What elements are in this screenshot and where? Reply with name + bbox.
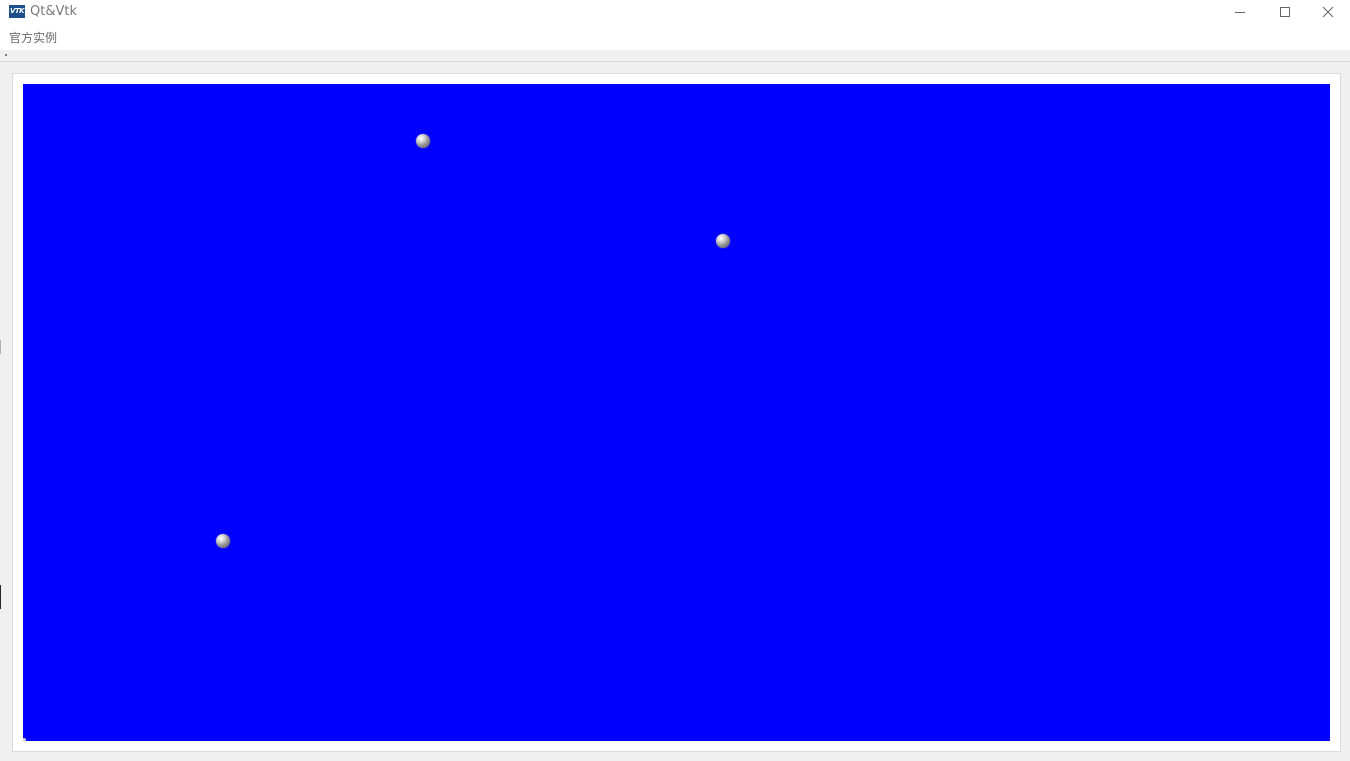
minimize-button[interactable] xyxy=(1217,0,1262,24)
origin-marker-icon xyxy=(23,738,26,741)
maximize-icon xyxy=(1279,7,1290,17)
minimize-icon xyxy=(1234,12,1245,13)
maximize-button[interactable] xyxy=(1262,0,1307,24)
menu-bar: 官方实例 xyxy=(0,25,1350,50)
vtk-logo-icon: VTK xyxy=(9,5,25,18)
left-edge-marker xyxy=(0,340,1,354)
toolbar xyxy=(0,50,1350,62)
toolbar-handle[interactable] xyxy=(5,54,7,56)
sphere-3[interactable] xyxy=(216,534,230,548)
main-window: VTK Qt&Vtk 官方实例 xyxy=(0,0,1350,761)
title-bar[interactable]: VTK Qt&Vtk xyxy=(0,0,1350,25)
close-icon xyxy=(1322,6,1333,18)
window-title: Qt&Vtk xyxy=(30,4,77,19)
left-edge-splitter[interactable] xyxy=(0,585,1,609)
sphere-1[interactable] xyxy=(416,134,430,148)
vtk-render-viewport[interactable] xyxy=(23,84,1330,741)
close-button[interactable] xyxy=(1305,0,1350,24)
menu-item-official-examples[interactable]: 官方实例 xyxy=(9,31,57,46)
sphere-2[interactable] xyxy=(716,234,730,248)
